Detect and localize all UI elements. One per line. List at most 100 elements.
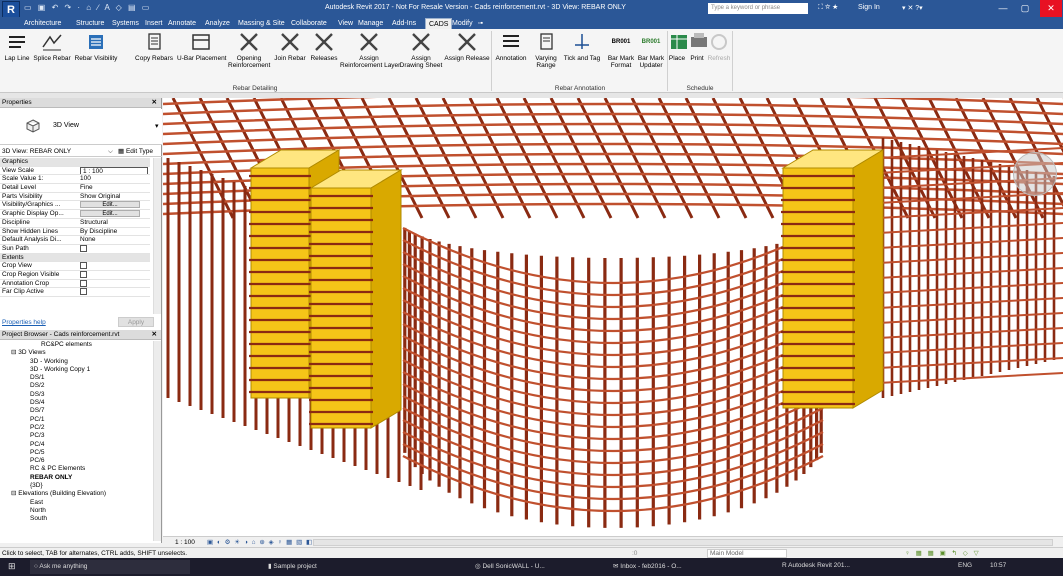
browser-tree-item[interactable]: RC & PC Elements xyxy=(0,465,152,473)
property-value[interactable]: Structural xyxy=(80,219,148,227)
close-icon[interactable]: ✕ xyxy=(152,98,157,108)
horizontal-scrollbar[interactable] xyxy=(313,539,1053,546)
copy-rebars-button[interactable]: Copy Rebars xyxy=(132,31,176,62)
tab-structure[interactable]: Structure xyxy=(76,18,104,29)
browser-scrollbar[interactable] xyxy=(153,341,161,541)
tab-insert[interactable]: Insert xyxy=(145,18,163,29)
browser-tree-item[interactable]: 3D - Working Copy 1 xyxy=(0,366,152,374)
browser-tree-item[interactable]: PC/5 xyxy=(0,449,152,457)
minimize-button[interactable]: — xyxy=(992,0,1014,17)
varying-range-button[interactable]: Varying Range xyxy=(531,31,561,69)
maximize-button[interactable]: ▢ xyxy=(1014,0,1036,17)
property-checkbox[interactable] xyxy=(80,270,87,278)
edit-type-button[interactable]: ▦ Edit Type xyxy=(118,146,153,157)
tab-add-ins[interactable]: Add-Ins xyxy=(392,18,416,29)
releases-button[interactable]: Releases xyxy=(308,31,340,62)
property-value[interactable]: Fine xyxy=(80,184,148,192)
browser-tree-item[interactable]: {3D} xyxy=(0,482,152,490)
taskbar-item-sonicwall[interactable]: ◎ Dell SonicWALL - U... xyxy=(475,562,545,570)
browser-tree-item[interactable]: DS/3 xyxy=(0,391,152,399)
type-selector[interactable]: 3D View ▾ xyxy=(0,109,162,145)
join-rebar-button[interactable]: Join Rebar xyxy=(272,31,308,62)
taskbar-item-sample-project[interactable]: ▮ Sample project xyxy=(268,562,317,570)
active-workset[interactable]: Main Model xyxy=(707,549,787,558)
taskbar-item-outlook[interactable]: ✉ Inbox - feb2016 - O... xyxy=(613,562,682,570)
u-bar-placement-button[interactable]: U-Bar Placement xyxy=(177,31,227,62)
bar-mark-updater-button[interactable]: BR001 Bar Mark Updater xyxy=(636,31,666,69)
tab-collaborate[interactable]: Collaborate xyxy=(291,18,327,29)
property-checkbox[interactable] xyxy=(80,279,87,287)
rebar-visibility-button[interactable]: Rebar Visibility xyxy=(73,31,119,62)
splice-rebar-button[interactable]: Splice Rebar xyxy=(32,31,72,62)
properties-scrollbar[interactable] xyxy=(153,158,161,314)
browser-tree-item[interactable]: 3D - Working xyxy=(0,358,152,366)
quick-access-toolbar[interactable]: ▭ ▣ ↶ ↷ · ⌂ ∕ A ◇ ▤ ▭ xyxy=(24,3,151,12)
browser-tree-item[interactable]: South xyxy=(0,515,152,523)
tab-analyze[interactable]: Analyze xyxy=(205,18,230,29)
browser-tree-item[interactable]: PC/4 xyxy=(0,441,152,449)
taskbar-item-revit[interactable]: R Autodesk Revit 201... xyxy=(782,562,850,569)
property-checkbox[interactable] xyxy=(80,262,87,270)
properties-help-link[interactable]: Properties help xyxy=(2,316,46,329)
tab-modify[interactable]: Modify xyxy=(452,18,473,29)
browser-tree-item[interactable]: North xyxy=(0,507,152,515)
browser-tree-item[interactable]: REBAR ONLY xyxy=(0,474,152,482)
assign-reinforcement-layer-button[interactable]: Assign Reinforcement Layer xyxy=(340,31,400,69)
browser-tree-item[interactable]: DS/2 xyxy=(0,382,152,390)
property-group[interactable]: Graphics xyxy=(0,158,150,167)
property-edit-button[interactable]: Edit... xyxy=(80,210,140,218)
browser-tree-item[interactable]: ⊟ Elevations (Building Elevation) xyxy=(0,490,152,498)
language-indicator[interactable]: ENG xyxy=(958,562,972,569)
browser-tree-item[interactable]: DS/7 xyxy=(0,407,152,415)
property-edit-button[interactable]: Edit... xyxy=(80,201,140,209)
tab-annotate[interactable]: Annotate xyxy=(168,18,196,29)
browser-tree-item[interactable]: DS/4 xyxy=(0,399,152,407)
clock[interactable]: 10:57 xyxy=(990,562,1006,569)
assign-drawing-sheet-button[interactable]: Assign Drawing Sheet xyxy=(398,31,444,69)
print-button[interactable]: Print xyxy=(687,31,707,62)
property-value[interactable]: None xyxy=(80,236,148,244)
apply-button[interactable]: Apply xyxy=(118,317,154,327)
rebar-3d-model[interactable] xyxy=(163,98,1063,536)
tab-systems[interactable]: Systems xyxy=(112,18,139,29)
opening-reinforcement-button[interactable]: Opening Reinforcement xyxy=(228,31,270,69)
browser-tree-item[interactable]: PC/3 xyxy=(0,432,152,440)
browser-tree-item[interactable]: PC/6 xyxy=(0,457,152,465)
windows-start-icon[interactable]: ⊞ xyxy=(8,561,16,572)
close-button[interactable]: ✕ xyxy=(1040,0,1062,17)
lap-line-button[interactable]: Lap Line xyxy=(2,31,32,62)
instance-filter[interactable]: 3D View: REBAR ONLY ⌵ ▦ Edit Type xyxy=(0,146,162,157)
viewcube-icon[interactable] xyxy=(1013,152,1057,196)
sign-in-link[interactable]: Sign In xyxy=(858,4,880,11)
refresh-button[interactable]: Refresh xyxy=(707,31,731,62)
tick-and-tag-button[interactable]: Tick and Tag xyxy=(562,31,602,62)
browser-tree-item[interactable]: ⊟ 3D Views xyxy=(0,349,152,357)
cortana-search[interactable]: ○ Ask me anything xyxy=(30,560,190,574)
property-checkbox[interactable] xyxy=(80,288,87,296)
infocenter-icons[interactable]: ⛶ ☆ ★ xyxy=(818,4,838,12)
browser-tree-item[interactable]: RC&PC elements xyxy=(0,341,152,349)
assign-release-button[interactable]: Assign Release xyxy=(444,31,490,62)
browser-tree-item[interactable]: East xyxy=(0,499,152,507)
property-value[interactable]: 100 xyxy=(80,175,148,183)
browser-tree-item[interactable]: PC/1 xyxy=(0,416,152,424)
help-icon[interactable]: ▾ ✕ ?▾ xyxy=(902,4,923,12)
help-search-input[interactable]: Type a keyword or phrase xyxy=(708,3,808,14)
bar-mark-format-button[interactable]: BR001 Bar Mark Format xyxy=(606,31,636,69)
annotation-button[interactable]: Annotation xyxy=(492,31,530,62)
tab-massing-site[interactable]: Massing & Site xyxy=(238,18,285,29)
place-button[interactable]: Place xyxy=(667,31,687,62)
tab-manage[interactable]: Manage xyxy=(358,18,383,29)
browser-tree-item[interactable]: DS/1 xyxy=(0,374,152,382)
property-group[interactable]: Extents xyxy=(0,253,150,263)
close-icon[interactable]: ✕ xyxy=(152,330,157,340)
property-value[interactable]: 1 : 100 xyxy=(80,166,148,175)
3d-viewport[interactable] xyxy=(163,98,1063,536)
property-value[interactable]: By Discipline xyxy=(80,228,148,236)
property-checkbox[interactable] xyxy=(80,244,87,252)
tab-architecture[interactable]: Architecture xyxy=(24,18,61,29)
tab-cads[interactable]: CADS xyxy=(425,18,453,29)
property-value[interactable]: Show Original xyxy=(80,193,148,201)
ribbon-collapse-icon[interactable]: ▫▪ xyxy=(478,18,483,29)
tab-view[interactable]: View xyxy=(338,18,353,29)
